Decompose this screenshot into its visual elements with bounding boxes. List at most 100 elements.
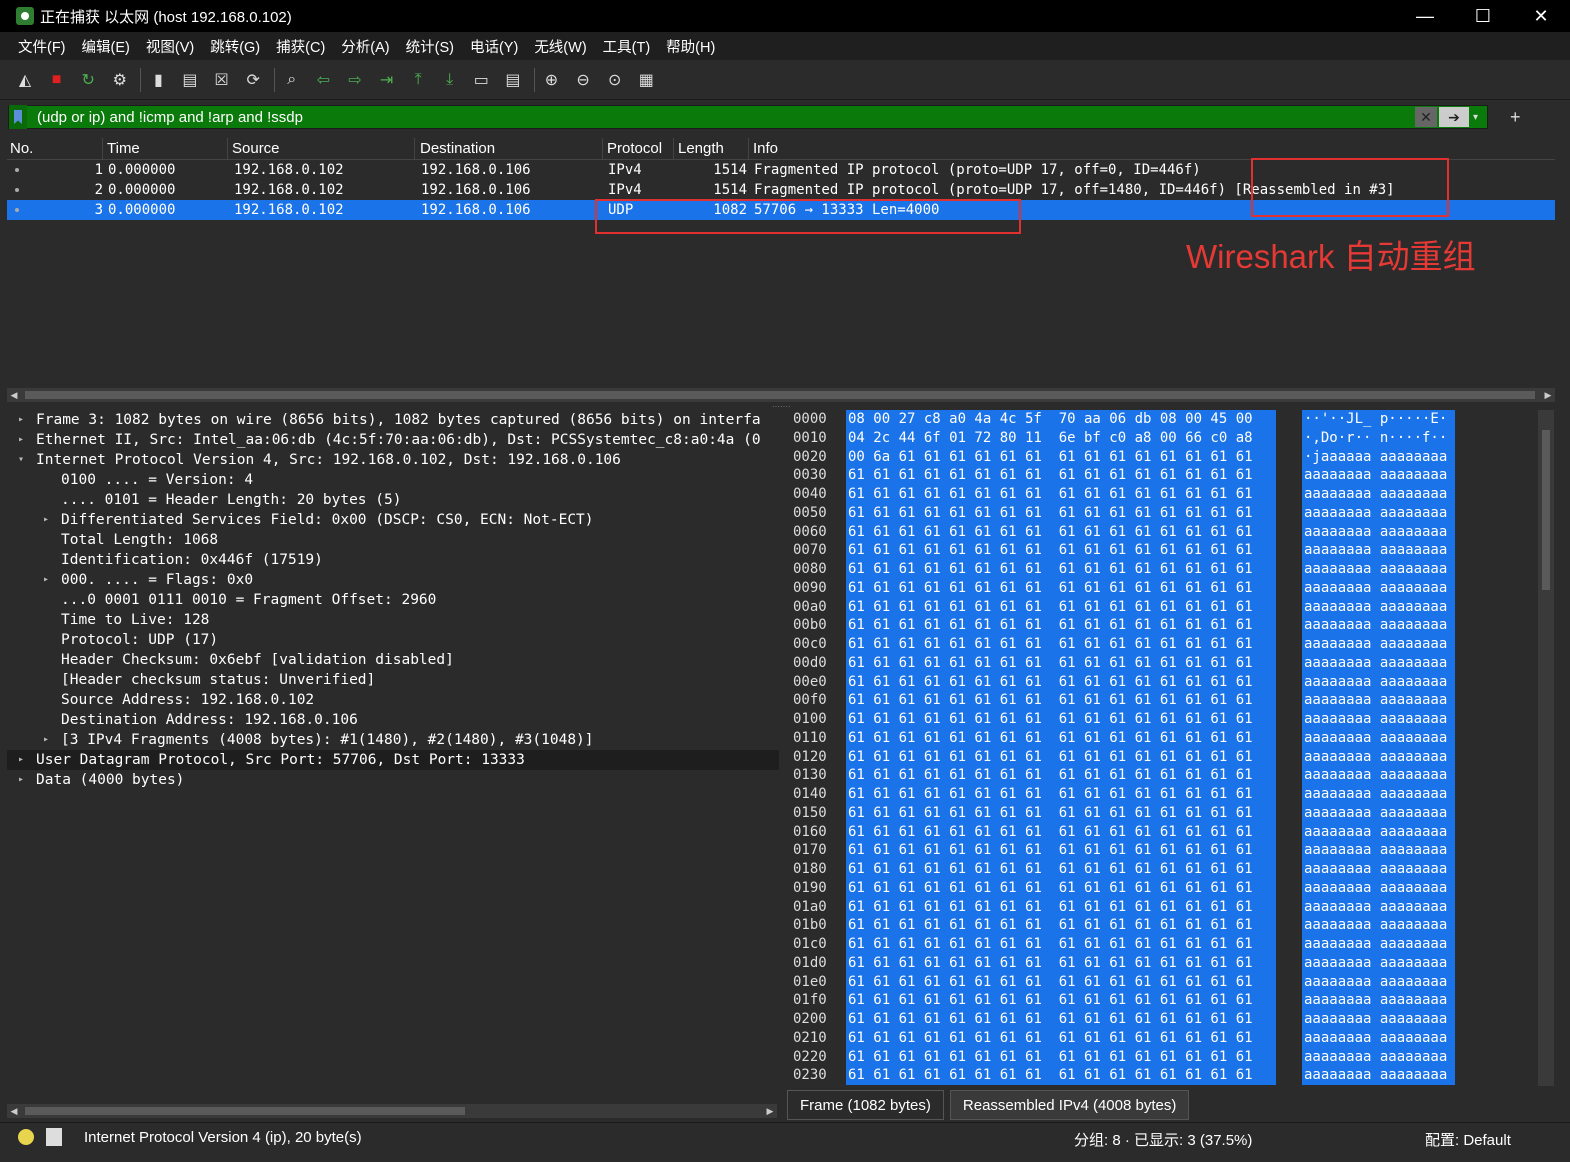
restart-capture-icon[interactable]: ↻: [77, 69, 99, 91]
hex-ascii[interactable]: aaaaaaaa aaaaaaaa: [1302, 916, 1455, 935]
hex-ascii[interactable]: ··'··JL_ p·····E·: [1302, 410, 1455, 429]
tree-item[interactable]: ▸ 000. .... = Flags: 0x0: [7, 570, 779, 590]
find-packet-icon[interactable]: ⌕: [281, 69, 303, 91]
hex-bytes[interactable]: 61 61 61 61 61 61 61 61 61 61 61 61 61 6…: [846, 710, 1276, 729]
save-file-icon[interactable]: ▤: [179, 69, 201, 91]
tree-item[interactable]: Protocol: UDP (17): [7, 630, 779, 650]
hex-ascii[interactable]: aaaaaaaa aaaaaaaa: [1302, 953, 1455, 973]
hex-bytes[interactable]: 61 61 61 61 61 61 61 61 61 61 61 61 61 6…: [846, 991, 1276, 1010]
hex-ascii[interactable]: aaaaaaaa aaaaaaaa: [1302, 972, 1455, 992]
hex-ascii[interactable]: aaaaaaaa aaaaaaaa: [1302, 747, 1455, 767]
stop-capture-icon[interactable]: ■: [46, 69, 68, 91]
packet-list-horizontal-scrollbar[interactable]: ◀ ▶: [7, 388, 1555, 402]
filter-bookmark-icon[interactable]: [9, 105, 27, 129]
hex-bytes[interactable]: 61 61 61 61 61 61 61 61 61 61 61 61 61 6…: [846, 747, 1276, 767]
hex-ascii[interactable]: aaaaaaaa aaaaaaaa: [1302, 635, 1455, 654]
open-file-icon[interactable]: ▮: [147, 69, 169, 91]
hex-bytes[interactable]: 61 61 61 61 61 61 61 61 61 61 61 61 61 6…: [846, 785, 1276, 804]
hex-bytes[interactable]: 61 61 61 61 61 61 61 61 61 61 61 61 61 6…: [846, 672, 1276, 692]
menu-item-1[interactable]: 编辑(E): [74, 36, 138, 57]
hex-bytes[interactable]: 61 61 61 61 61 61 61 61 61 61 61 61 61 6…: [846, 822, 1276, 842]
close-button[interactable]: ✕: [1512, 0, 1570, 32]
column-header-destination[interactable]: Destination: [417, 138, 603, 160]
auto-scroll-icon[interactable]: ▭: [470, 69, 492, 91]
hex-ascii[interactable]: aaaaaaaa aaaaaaaa: [1302, 935, 1455, 954]
hex-bytes[interactable]: 61 61 61 61 61 61 61 61 61 61 61 61 61 6…: [846, 972, 1276, 992]
tree-item[interactable]: .... 0101 = Header Length: 20 bytes (5): [7, 490, 779, 510]
hex-ascii[interactable]: ·jaaaaaa aaaaaaaa: [1302, 447, 1455, 467]
close-file-icon[interactable]: ☒: [211, 69, 233, 91]
hex-ascii[interactable]: aaaaaaaa aaaaaaaa: [1302, 710, 1455, 729]
bytes-vertical-scrollbar[interactable]: [1538, 410, 1554, 1086]
scrollbar-thumb[interactable]: [1542, 430, 1550, 590]
menu-item-3[interactable]: 跳转(G): [202, 36, 268, 57]
hex-bytes[interactable]: 04 2c 44 6f 01 72 80 11 6e bf c0 a8 00 6…: [846, 428, 1276, 448]
tab-reassembled-bytes[interactable]: Reassembled IPv4 (4008 bytes): [949, 1090, 1190, 1120]
menu-item-7[interactable]: 电话(Y): [462, 36, 526, 57]
tab-frame-bytes[interactable]: Frame (1082 bytes): [787, 1090, 944, 1120]
menu-item-4[interactable]: 捕获(C): [268, 36, 333, 57]
menu-item-8[interactable]: 无线(W): [526, 36, 594, 57]
hex-bytes[interactable]: 61 61 61 61 61 61 61 61 61 61 61 61 61 6…: [846, 635, 1276, 654]
apply-filter-icon[interactable]: ➔: [1439, 107, 1469, 127]
last-packet-icon[interactable]: ⤓: [439, 69, 461, 91]
hex-ascii[interactable]: aaaaaaaa aaaaaaaa: [1302, 1028, 1455, 1048]
tree-item[interactable]: Identification: 0x446f (17519): [7, 550, 779, 570]
go-back-icon[interactable]: ⇦: [312, 69, 334, 91]
column-header-source[interactable]: Source: [229, 138, 415, 160]
hex-bytes[interactable]: 08 00 27 c8 a0 4a 4c 5f 70 aa 06 db 08 0…: [846, 410, 1276, 429]
tree-item[interactable]: ▸ [3 IPv4 Fragments (4008 bytes): #1(1480…: [7, 730, 779, 750]
hex-bytes[interactable]: 61 61 61 61 61 61 61 61 61 61 61 61 61 6…: [846, 766, 1276, 785]
hex-ascii[interactable]: aaaaaaaa aaaaaaaa: [1302, 803, 1455, 823]
menu-item-5[interactable]: 分析(A): [333, 36, 397, 57]
display-filter-input[interactable]: (udp or ip) and !icmp and !arp and !ssdp: [27, 109, 1415, 126]
capture-comment-icon[interactable]: [46, 1128, 62, 1146]
zoom-in-icon[interactable]: ⊕: [541, 69, 563, 91]
hex-bytes[interactable]: 61 61 61 61 61 61 61 61 61 61 61 61 61 6…: [846, 503, 1276, 523]
menu-item-6[interactable]: 统计(S): [398, 36, 462, 57]
hex-bytes[interactable]: 61 61 61 61 61 61 61 61 61 61 61 61 61 6…: [846, 897, 1276, 917]
hex-bytes[interactable]: 61 61 61 61 61 61 61 61 61 61 61 61 61 6…: [846, 560, 1276, 579]
hex-ascii[interactable]: aaaaaaaa aaaaaaaa: [1302, 878, 1455, 898]
hex-ascii[interactable]: aaaaaaaa aaaaaaaa: [1302, 897, 1455, 917]
collapsed-arrow-icon[interactable]: ▸: [43, 730, 49, 750]
hex-bytes[interactable]: 61 61 61 61 61 61 61 61 61 61 61 61 61 6…: [846, 728, 1276, 748]
column-header-length[interactable]: Length: [675, 138, 749, 160]
hex-ascii[interactable]: aaaaaaaa aaaaaaaa: [1302, 578, 1455, 598]
hex-bytes[interactable]: 00 6a 61 61 61 61 61 61 61 61 61 61 61 6…: [846, 447, 1276, 467]
tree-item[interactable]: ▸ Differentiated Services Field: 0x00 (DS…: [7, 510, 779, 530]
capture-options-icon[interactable]: ⚙: [109, 69, 131, 91]
hex-ascii[interactable]: ·,Do·r·· n····f··: [1302, 428, 1455, 448]
hex-bytes[interactable]: 61 61 61 61 61 61 61 61 61 61 61 61 61 6…: [846, 1047, 1276, 1067]
hex-ascii[interactable]: aaaaaaaa aaaaaaaa: [1302, 785, 1455, 804]
column-header-info[interactable]: Info: [750, 138, 1555, 160]
hex-bytes[interactable]: 61 61 61 61 61 61 61 61 61 61 61 61 61 6…: [846, 616, 1276, 635]
hex-bytes[interactable]: 61 61 61 61 61 61 61 61 61 61 61 61 61 6…: [846, 541, 1276, 560]
shark-fin-start-icon[interactable]: ◭: [14, 69, 36, 91]
menu-item-2[interactable]: 视图(V): [138, 36, 202, 57]
hex-bytes[interactable]: 61 61 61 61 61 61 61 61 61 61 61 61 61 6…: [846, 916, 1276, 935]
hex-bytes[interactable]: 61 61 61 61 61 61 61 61 61 61 61 61 61 6…: [846, 803, 1276, 823]
hex-ascii[interactable]: aaaaaaaa aaaaaaaa: [1302, 691, 1455, 710]
colorize-icon[interactable]: ▤: [502, 69, 524, 91]
hex-bytes[interactable]: 61 61 61 61 61 61 61 61 61 61 61 61 61 6…: [846, 953, 1276, 973]
hex-bytes[interactable]: 61 61 61 61 61 61 61 61 61 61 61 61 61 6…: [846, 466, 1276, 485]
menu-item-0[interactable]: 文件(F): [10, 36, 74, 57]
expanded-arrow-icon[interactable]: ▾: [18, 450, 24, 470]
menu-item-10[interactable]: 帮助(H): [658, 36, 723, 57]
hex-ascii[interactable]: aaaaaaaa aaaaaaaa: [1302, 841, 1455, 860]
tree-item[interactable]: ...0 0001 0111 0010 = Fragment Offset: 2…: [7, 590, 779, 610]
add-filter-button-icon[interactable]: +: [1510, 107, 1521, 128]
minimize-button[interactable]: —: [1396, 0, 1454, 32]
hex-ascii[interactable]: aaaaaaaa aaaaaaaa: [1302, 653, 1455, 673]
collapsed-arrow-icon[interactable]: ▸: [43, 570, 49, 590]
tree-item[interactable]: Destination Address: 192.168.0.106: [7, 710, 779, 730]
hex-ascii[interactable]: aaaaaaaa aaaaaaaa: [1302, 991, 1455, 1010]
scroll-right-icon[interactable]: ▶: [1541, 388, 1555, 402]
go-forward-icon[interactable]: ⇨: [344, 69, 366, 91]
expert-info-led-icon[interactable]: [18, 1129, 34, 1145]
scroll-right-icon[interactable]: ▶: [763, 1104, 777, 1118]
column-header-protocol[interactable]: Protocol: [604, 138, 674, 160]
collapsed-arrow-icon[interactable]: ▸: [43, 510, 49, 530]
hex-ascii[interactable]: aaaaaaaa aaaaaaaa: [1302, 503, 1455, 523]
